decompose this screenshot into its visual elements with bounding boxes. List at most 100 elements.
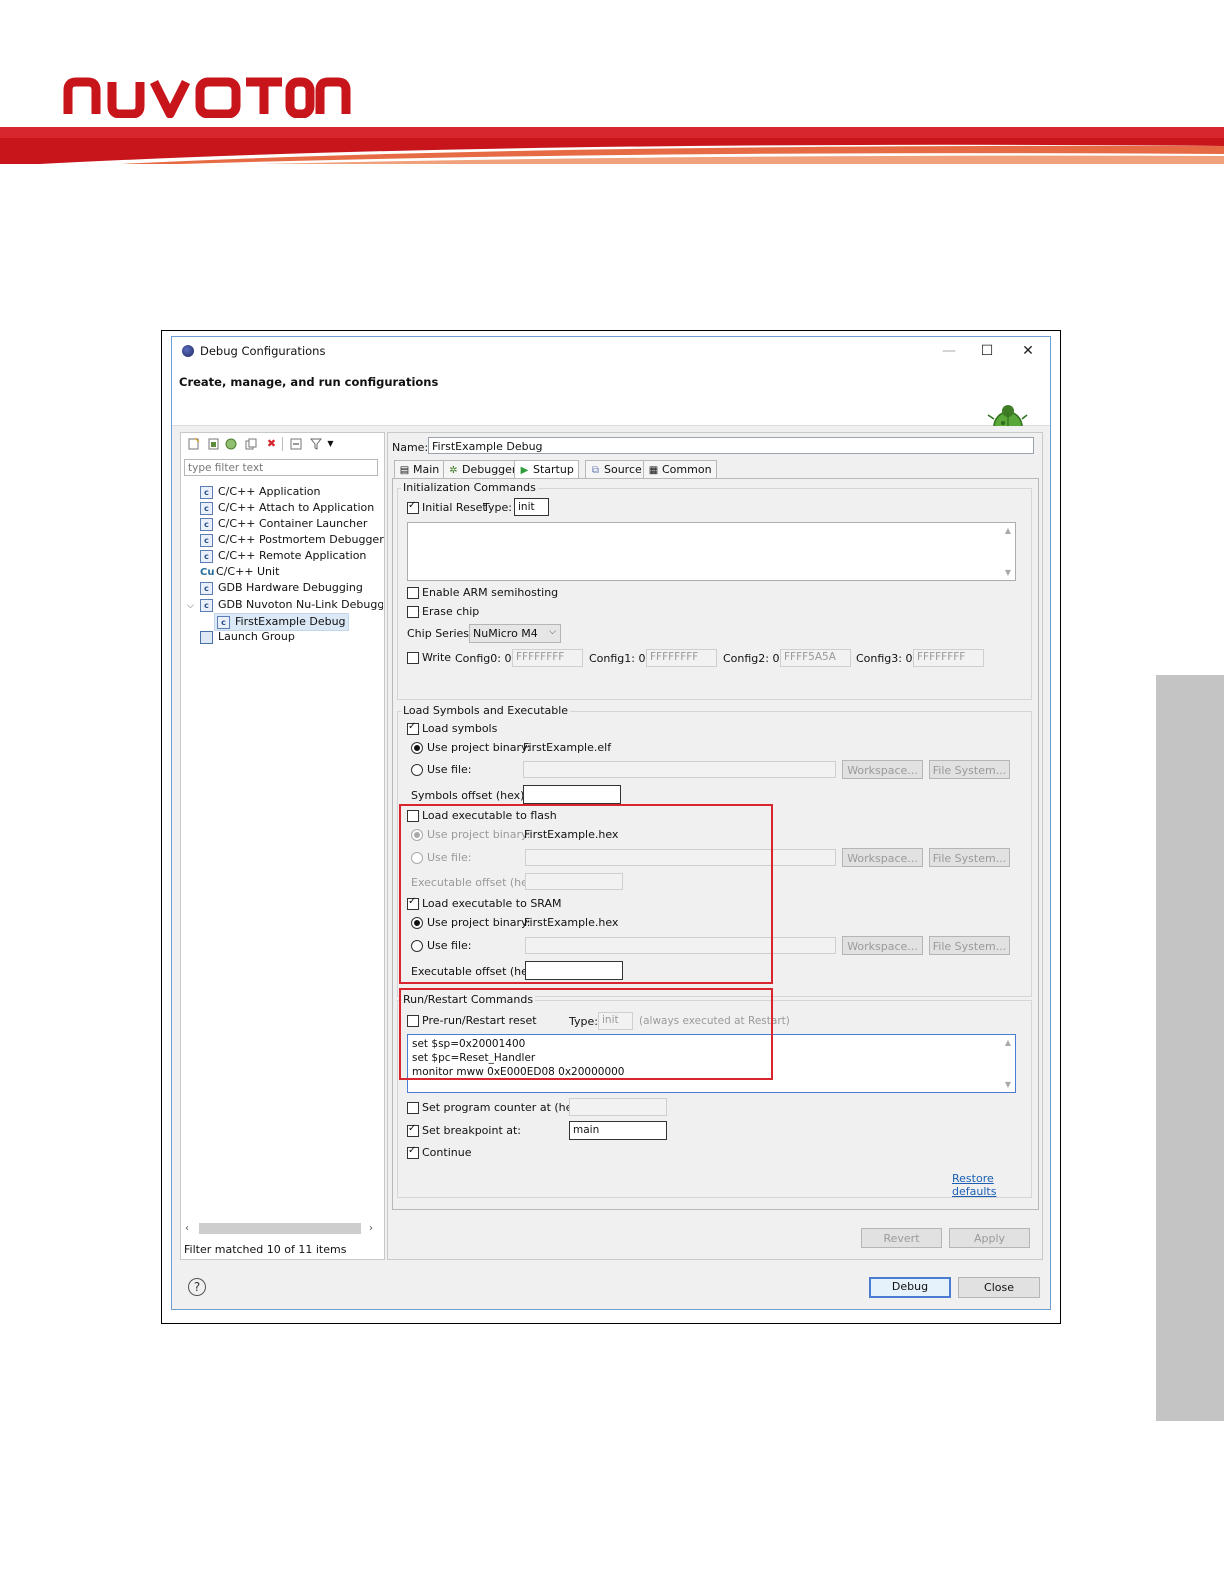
c-launch-icon: c [200,581,213,595]
load-group-label: Load Symbols and Executable [401,704,571,717]
duplicate-icon[interactable] [244,438,257,450]
filter-icon[interactable] [309,438,322,450]
config1-input[interactable]: FFFFFFFF [646,649,717,667]
continue-label: Continue [422,1146,472,1159]
chip-series-label: Chip Series: [407,627,473,640]
symbols-use-project-binary-radio[interactable]: Use project binary: [411,741,530,754]
close-window-button[interactable]: ✕ [1013,341,1043,361]
flash-filesystem-button[interactable]: File System... [929,848,1010,867]
help-icon[interactable]: ? [188,1278,206,1296]
set-pc-checkbox[interactable]: Set program counter at (hex): [407,1101,587,1114]
initial-reset-checkbox[interactable]: Initial Reset [407,500,487,514]
config2-input[interactable]: FFFF5A5A [780,649,851,667]
scroll-up-icon[interactable]: ▲ [1005,526,1011,535]
sram-filesystem-button[interactable]: File System... [929,936,1010,955]
tab-startup[interactable]: ▶ Startup [514,460,579,479]
tree-item-gdb-nuvoton[interactable]: ⌵c GDB Nuvoton Nu-Link Debugging [187,597,383,613]
c-launch-icon: c [200,485,213,499]
symbols-offset-input[interactable] [523,785,621,804]
write-checkbox[interactable]: Write [407,651,451,664]
tree-item-label: C/C++ Application [218,485,321,498]
scrollbar-thumb[interactable] [199,1223,361,1234]
set-pc-input[interactable] [569,1098,667,1116]
radio-circle[interactable] [411,742,423,754]
revert-button[interactable]: Revert [861,1228,942,1248]
config0-input[interactable]: FFFFFFFF [512,649,583,667]
startup-tab-content: Initialization Commands Initial Reset Ty… [392,478,1039,1210]
semihosting-checkbox[interactable]: Enable ARM semihosting [407,586,558,599]
symbols-binary-name: FirstExample.elf [523,741,612,754]
collapse-all-icon[interactable] [289,438,302,450]
config3-input[interactable]: FFFFFFFF [913,649,984,667]
scroll-down-icon[interactable]: ▼ [1005,568,1011,577]
tree-item-cpp-postmortem[interactable]: c C/C++ Postmortem Debugger [200,532,384,548]
debug-button[interactable]: Debug [869,1277,951,1298]
scroll-up-icon[interactable]: ▲ [1005,1038,1011,1047]
tab-main[interactable]: ▤ Main [394,460,445,479]
sram-workspace-button[interactable]: Workspace... [842,936,923,955]
breakpoint-input[interactable]: main [569,1121,667,1140]
chevron-down-icon[interactable]: ⌵ [187,598,200,613]
tree-item-label: C/C++ Attach to Application [218,501,375,514]
continue-checkbox[interactable]: Continue [407,1145,472,1159]
symbols-filesystem-button[interactable]: File System... [929,760,1010,779]
header-swoosh [0,127,1224,164]
flash-workspace-button[interactable]: Workspace... [842,848,923,867]
restore-defaults-link[interactable]: Restore defaults [952,1172,1038,1198]
configuration-tree-panel: ✖ ▼ type filter text c C/C++ Application … [180,432,385,1260]
export-icon[interactable] [225,438,238,450]
checkbox-box[interactable] [407,652,419,664]
tree-item-cpp-attach[interactable]: c C/C++ Attach to Application [200,500,374,516]
tree-item-cpp-application[interactable]: c C/C++ Application [200,484,320,500]
horizontal-scrollbar[interactable]: ‹ › [185,1221,379,1235]
tab-label: Debugger [462,463,517,476]
close-button[interactable]: Close [958,1277,1040,1298]
radio-circle[interactable] [411,764,423,776]
load-symbols-checkbox[interactable]: Load symbols [407,721,497,735]
dialog-body: ✖ ▼ type filter text c C/C++ Application … [172,426,1050,1309]
minimize-button[interactable]: — [934,341,964,361]
tree-item-label: Launch Group [218,630,295,643]
chip-series-value: NuMicro M4 [473,627,538,640]
banner-title: Create, manage, and run configurations [179,375,439,389]
filter-input[interactable]: type filter text [184,459,378,476]
maximize-button[interactable]: ☐ [972,341,1002,361]
delete-icon[interactable]: ✖ [265,438,278,450]
scroll-down-icon[interactable]: ▼ [1005,1080,1011,1089]
checkbox-box[interactable] [407,500,419,514]
symbols-offset-label: Symbols offset (hex): [411,789,529,802]
symbols-workspace-button[interactable]: Workspace... [842,760,923,779]
tab-label: Main [413,463,440,476]
checkbox-box[interactable] [407,1145,419,1159]
scroll-left-icon[interactable]: ‹ [185,1223,189,1234]
new-prototype-icon[interactable] [207,438,220,450]
new-configuration-icon[interactable] [187,437,200,450]
symbols-file-input[interactable] [523,761,836,778]
scroll-right-icon[interactable]: › [369,1223,373,1234]
tab-label: Source [604,463,642,476]
write-label: Write [422,651,452,664]
tab-source[interactable]: ⧉ Source [585,460,647,479]
tree-item-launch-group[interactable]: Launch Group [200,629,295,645]
checkbox-box[interactable] [407,1123,419,1137]
tree-item-gdb-hardware[interactable]: c GDB Hardware Debugging [200,580,363,596]
tab-debugger[interactable]: ✲ Debugger [443,460,522,479]
apply-button[interactable]: Apply [949,1228,1030,1248]
tree-item-cpp-unit[interactable]: Cu C/C++ Unit [200,564,279,580]
chip-series-select[interactable]: NuMicro M4 ⌵ [469,624,561,643]
checkbox-box[interactable] [407,1102,419,1114]
symbols-use-file-radio[interactable]: Use file: [411,763,472,776]
name-input[interactable]: FirstExample Debug [428,437,1034,454]
tree-item-cpp-remote[interactable]: c C/C++ Remote Application [200,548,366,564]
reset-type-input[interactable]: init [514,498,549,516]
init-commands-textarea[interactable]: ▲ ▼ [407,522,1016,581]
view-menu-chevron-down-icon[interactable]: ▼ [324,438,337,450]
checkbox-box[interactable] [407,606,419,618]
erase-chip-checkbox[interactable]: Erase chip [407,605,479,618]
checkbox-box[interactable] [407,721,419,735]
tree-item-label: C/C++ Container Launcher [218,517,368,530]
tab-common[interactable]: ▦ Common [643,460,717,479]
set-breakpoint-checkbox[interactable]: Set breakpoint at: [407,1123,521,1137]
tree-item-cpp-container[interactable]: c C/C++ Container Launcher [200,516,367,532]
checkbox-box[interactable] [407,587,419,599]
